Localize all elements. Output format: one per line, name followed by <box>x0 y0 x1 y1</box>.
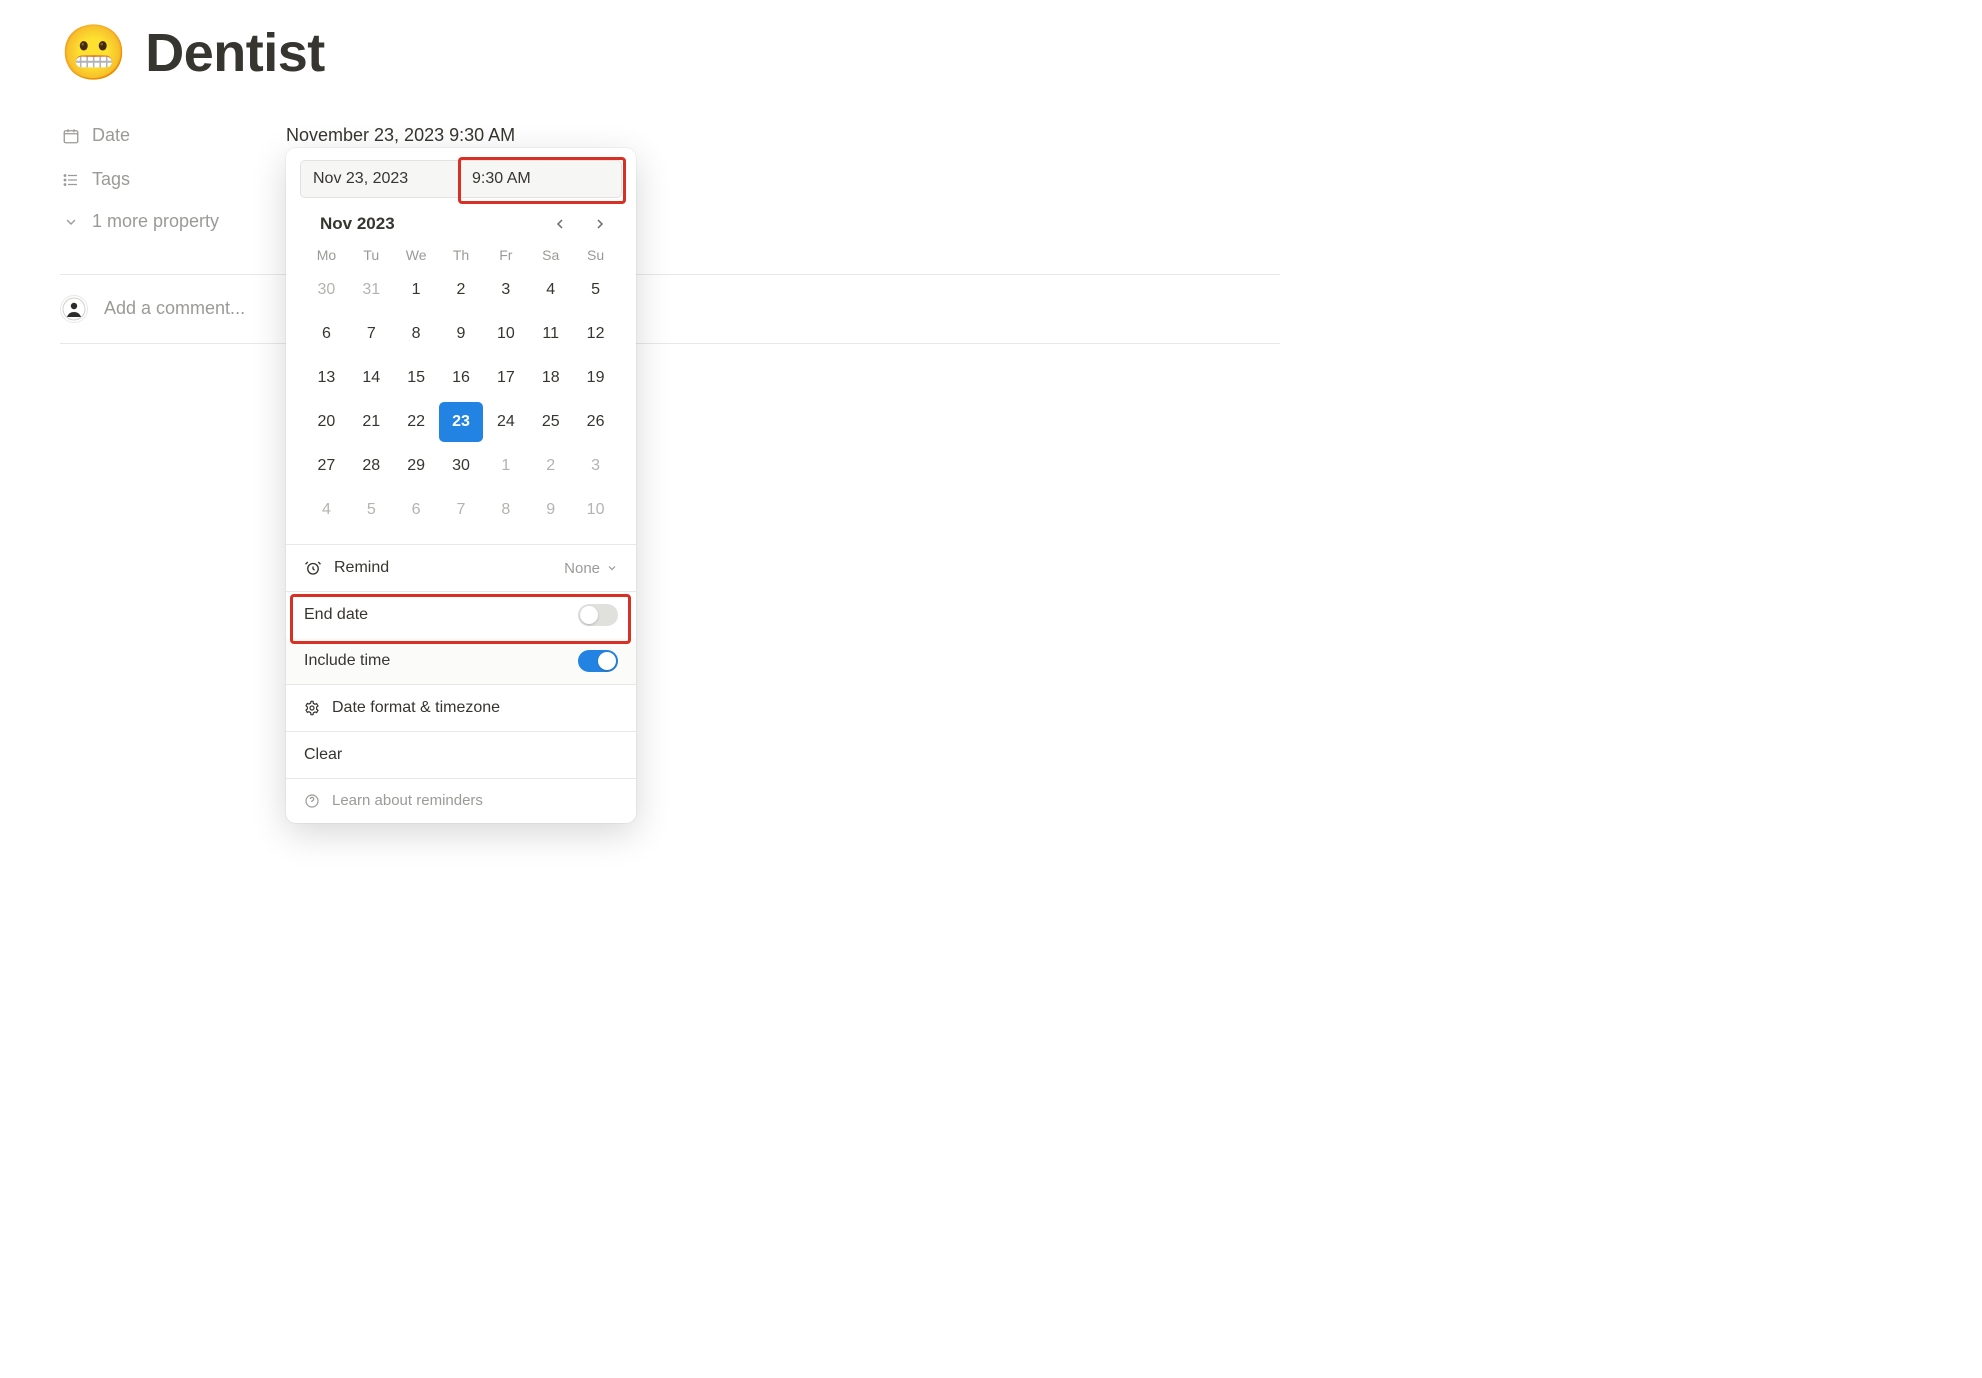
list-icon <box>60 171 82 189</box>
calendar-day[interactable]: 11 <box>528 314 573 354</box>
calendar-day[interactable]: 30 <box>304 270 349 310</box>
calendar-day[interactable]: 31 <box>349 270 394 310</box>
clear-row[interactable]: Clear <box>286 732 636 778</box>
calendar-day[interactable]: 27 <box>304 446 349 486</box>
calendar-day[interactable]: 1 <box>483 446 528 486</box>
calendar-day[interactable]: 8 <box>394 314 439 354</box>
date-input[interactable]: Nov 23, 2023 <box>300 160 460 198</box>
include-time-row[interactable]: Include time <box>286 638 636 684</box>
gear-icon <box>304 700 320 716</box>
calendar-day[interactable]: 3 <box>483 270 528 310</box>
calendar-dow: Mo <box>304 246 349 264</box>
add-comment-row[interactable]: Add a comment... <box>60 275 1280 344</box>
avatar <box>60 295 88 323</box>
calendar-day[interactable]: 5 <box>573 270 618 310</box>
calendar-day[interactable]: 22 <box>394 402 439 442</box>
property-date-key[interactable]: Date <box>60 118 286 147</box>
calendar-day[interactable]: 1 <box>394 270 439 310</box>
learn-reminders-row[interactable]: Learn about reminders <box>286 779 636 823</box>
comment-placeholder: Add a comment... <box>104 297 245 320</box>
calendar-day[interactable]: 19 <box>573 358 618 398</box>
clear-label: Clear <box>304 745 342 766</box>
calendar-day[interactable]: 18 <box>528 358 573 398</box>
calendar-day[interactable]: 28 <box>349 446 394 486</box>
calendar-day[interactable]: 20 <box>304 402 349 442</box>
calendar-icon <box>60 127 82 145</box>
page-title[interactable]: Dentist <box>145 18 325 88</box>
date-picker-popup: Nov 23, 2023 9:30 AM Nov 2023 <box>286 148 636 823</box>
calendar-day[interactable]: 8 <box>483 490 528 530</box>
calendar-day[interactable]: 6 <box>394 490 439 530</box>
calendar-day[interactable]: 10 <box>483 314 528 354</box>
property-date-label: Date <box>92 124 130 147</box>
calendar-day[interactable]: 9 <box>528 490 573 530</box>
remind-row[interactable]: Remind None <box>286 545 636 591</box>
next-month-button[interactable] <box>586 210 614 238</box>
page-title-row: 😬 Dentist <box>60 18 1280 88</box>
include-time-label: Include time <box>304 651 390 672</box>
calendar-day[interactable]: 29 <box>394 446 439 486</box>
calendar-day[interactable]: 2 <box>439 270 484 310</box>
calendar-day[interactable]: 23 <box>439 402 484 442</box>
end-date-label: End date <box>304 605 368 626</box>
calendar-day[interactable]: 26 <box>573 402 618 442</box>
format-timezone-row[interactable]: Date format & timezone <box>286 685 636 731</box>
calendar-day[interactable]: 12 <box>573 314 618 354</box>
calendar-day[interactable]: 7 <box>439 490 484 530</box>
month-label: Nov 2023 <box>320 213 395 235</box>
alarm-icon <box>304 559 322 577</box>
calendar-day[interactable]: 21 <box>349 402 394 442</box>
page-emoji[interactable]: 😬 <box>60 18 127 88</box>
calendar-day[interactable]: 25 <box>528 402 573 442</box>
help-icon <box>304 793 320 809</box>
calendar-day[interactable]: 4 <box>304 490 349 530</box>
calendar-dow: We <box>394 246 439 264</box>
chevron-down-icon <box>606 562 618 574</box>
calendar-day[interactable]: 6 <box>304 314 349 354</box>
time-input[interactable]: 9:30 AM <box>460 160 622 198</box>
calendar-day[interactable]: 30 <box>439 446 484 486</box>
calendar-day[interactable]: 5 <box>349 490 394 530</box>
calendar-dow-row: MoTuWeThFrSaSu <box>304 246 618 264</box>
calendar-day[interactable]: 2 <box>528 446 573 486</box>
calendar-dow: Su <box>573 246 618 264</box>
calendar-day[interactable]: 14 <box>349 358 394 398</box>
calendar-day[interactable]: 9 <box>439 314 484 354</box>
calendar-day[interactable]: 7 <box>349 314 394 354</box>
calendar-days-grid: 3031123456789101112131415161718192021222… <box>304 270 618 530</box>
calendar-dow: Fr <box>483 246 528 264</box>
end-date-row[interactable]: End date <box>286 592 636 638</box>
property-tags-label: Tags <box>92 168 130 191</box>
format-timezone-label: Date format & timezone <box>332 698 500 719</box>
calendar-dow: Sa <box>528 246 573 264</box>
property-tags-key[interactable]: Tags <box>60 162 286 191</box>
more-properties-label: 1 more property <box>92 210 219 233</box>
calendar-dow: Tu <box>349 246 394 264</box>
calendar-day[interactable]: 3 <box>573 446 618 486</box>
more-properties-toggle[interactable]: 1 more property <box>60 210 1280 233</box>
calendar-dow: Th <box>439 246 484 264</box>
include-time-toggle[interactable] <box>578 650 618 672</box>
calendar-day[interactable]: 4 <box>528 270 573 310</box>
calendar-day[interactable]: 17 <box>483 358 528 398</box>
calendar-day[interactable]: 24 <box>483 402 528 442</box>
property-date-value[interactable]: November 23, 2023 9:30 AM <box>286 125 515 145</box>
remind-value: None <box>564 559 600 579</box>
learn-reminders-label: Learn about reminders <box>332 791 483 811</box>
chevron-down-icon <box>60 214 82 230</box>
calendar-day[interactable]: 13 <box>304 358 349 398</box>
end-date-toggle[interactable] <box>578 604 618 626</box>
calendar-day[interactable]: 10 <box>573 490 618 530</box>
calendar-day[interactable]: 16 <box>439 358 484 398</box>
remind-label: Remind <box>334 558 389 579</box>
prev-month-button[interactable] <box>546 210 574 238</box>
calendar-day[interactable]: 15 <box>394 358 439 398</box>
